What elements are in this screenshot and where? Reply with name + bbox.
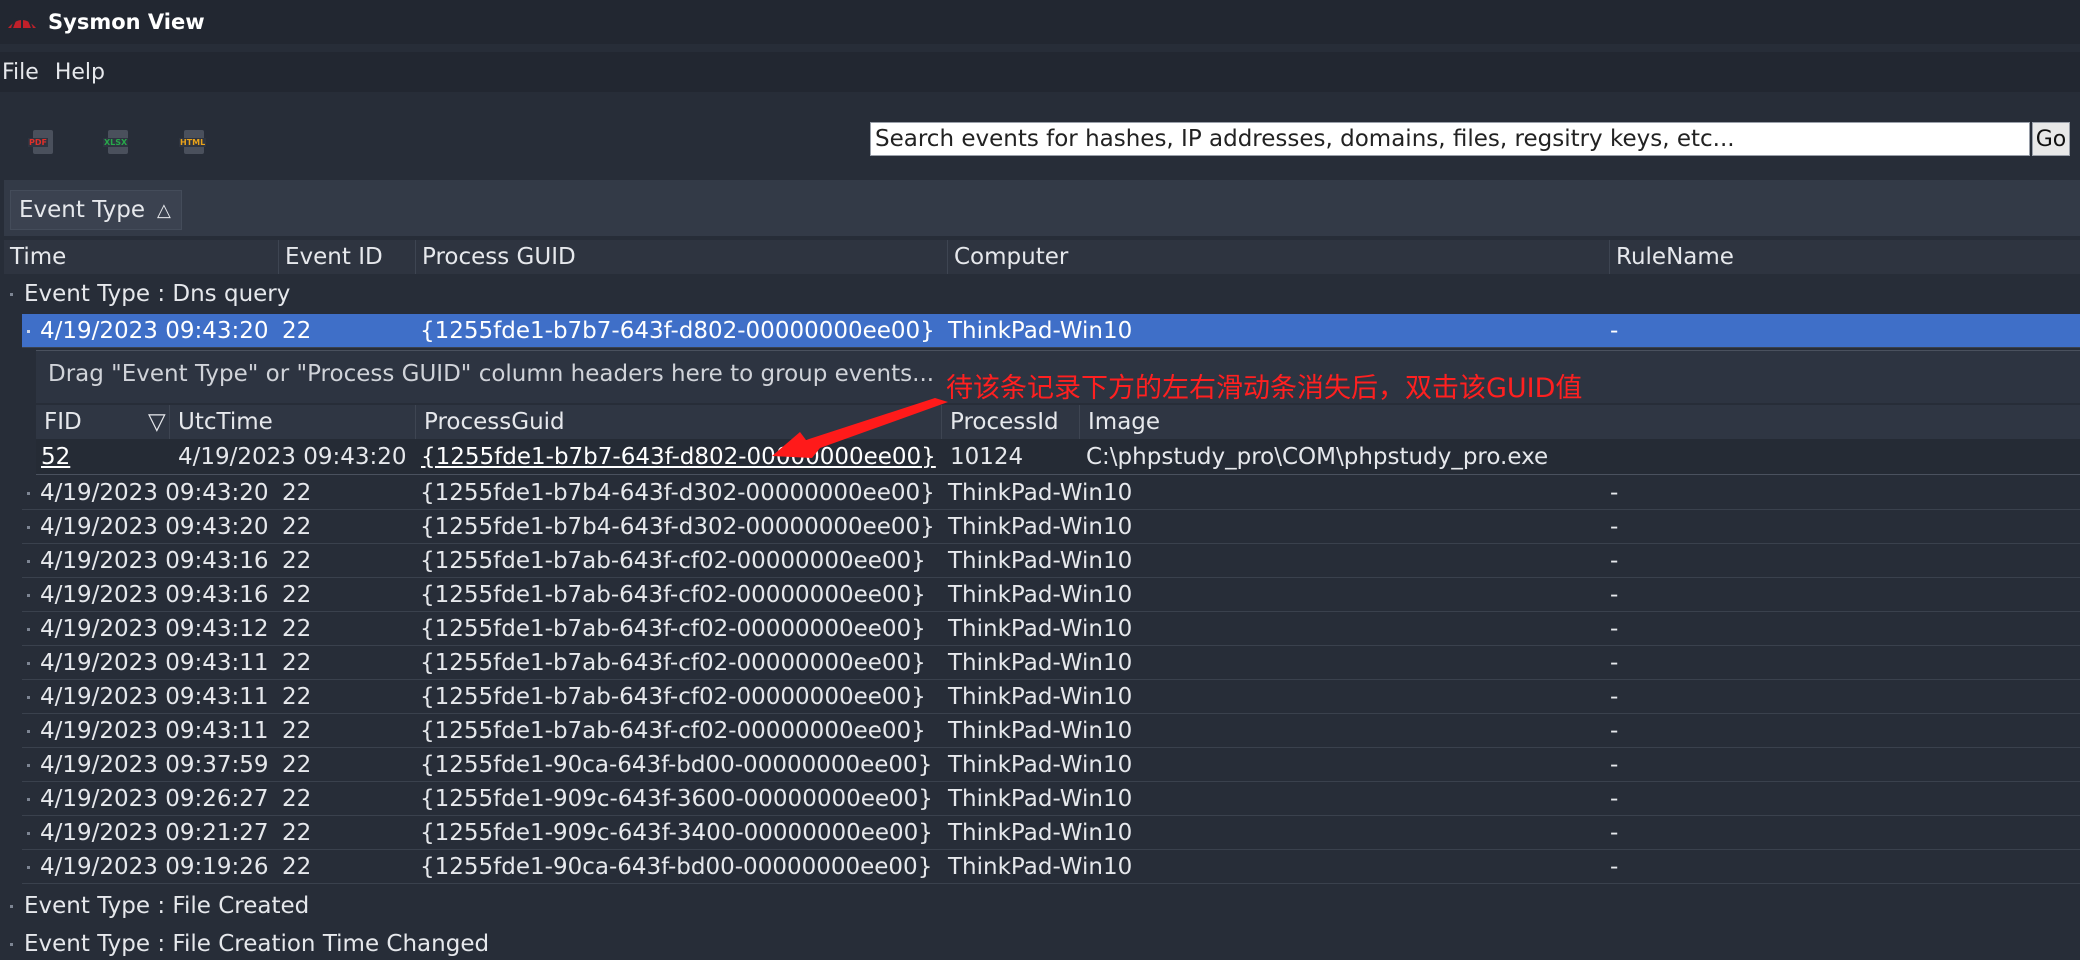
expand-icon[interactable] bbox=[27, 696, 30, 699]
annotation-text: 待该条记录下方的左右滑动条消失后，双击该GUID值 bbox=[946, 373, 1583, 404]
pdf-icon: PDF bbox=[28, 130, 53, 154]
export-xlsx-button[interactable]: XLSX bbox=[103, 127, 133, 157]
expand-icon[interactable] bbox=[10, 905, 13, 908]
expand-icon[interactable] bbox=[27, 798, 30, 801]
table-row[interactable]: 4/19/2023 09:37:59 22 {1255fde1-90ca-643f-… bbox=[22, 748, 2080, 782]
table-row[interactable]: 4/19/2023 09:43:16 22 {1255fde1-b7ab-643f-… bbox=[22, 544, 2080, 578]
group-row[interactable]: Event Type : File Created bbox=[0, 890, 2080, 922]
group-chip-event-type[interactable]: Event Type △ bbox=[10, 190, 182, 230]
expand-icon[interactable] bbox=[27, 832, 30, 835]
column-header-process-guid[interactable]: Process GUID bbox=[416, 240, 948, 274]
table-row[interactable]: 4/19/2023 09:43:12 22 {1255fde1-b7ab-643f-… bbox=[22, 612, 2080, 646]
expand-icon[interactable] bbox=[27, 492, 30, 495]
app-title: Sysmon View bbox=[48, 10, 205, 34]
sort-ascending-icon: △ bbox=[157, 199, 171, 221]
column-header-row: Time Event ID Process GUID Computer Rule… bbox=[4, 240, 2080, 274]
annotation-arrow bbox=[772, 398, 948, 458]
fid-link[interactable]: 52 bbox=[41, 439, 70, 475]
table-row[interactable]: 4/19/2023 09:43:11 22 {1255fde1-b7ab-643f-… bbox=[22, 680, 2080, 714]
expand-icon[interactable] bbox=[27, 662, 30, 665]
detail-header-image[interactable]: Image bbox=[1080, 405, 2080, 439]
detail-header-processid[interactable]: ProcessId bbox=[942, 405, 1080, 439]
group-chip-label: Event Type bbox=[19, 197, 146, 223]
go-button[interactable]: Go bbox=[2032, 122, 2070, 156]
column-header-time[interactable]: Time bbox=[4, 240, 279, 274]
menu-bar: File Help bbox=[0, 52, 2080, 92]
expand-icon[interactable] bbox=[27, 330, 30, 333]
table-row[interactable]: 4/19/2023 09:43:16 22 {1255fde1-b7ab-643f-… bbox=[22, 578, 2080, 612]
group-row-dns-query[interactable]: Event Type : Dns query bbox=[0, 278, 2080, 310]
title-bar: Sysmon View bbox=[0, 0, 2080, 44]
table-row[interactable]: 4/19/2023 09:21:27 22 {1255fde1-909c-643f-… bbox=[22, 816, 2080, 850]
table-row[interactable]: 4/19/2023 09:26:27 22 {1255fde1-909c-643f-… bbox=[22, 782, 2080, 816]
sort-descending-icon: ▽ bbox=[148, 409, 166, 435]
expand-icon[interactable] bbox=[10, 943, 13, 946]
expand-icon[interactable] bbox=[27, 628, 30, 631]
xlsx-icon: XLSX bbox=[103, 130, 129, 154]
table-row[interactable]: 4/19/2023 09:43:20 22 {1255fde1-b7b4-643f-… bbox=[22, 476, 2080, 510]
detail-column-header-row: FID ▽ UtcTime ProcessGuid ProcessId Imag… bbox=[36, 405, 2080, 439]
group-by-panel: Event Type △ bbox=[4, 180, 2080, 236]
table-row[interactable]: 4/19/2023 09:43:20 22 {1255fde1-b7b7-643… bbox=[22, 314, 2080, 348]
collapse-icon[interactable] bbox=[10, 293, 13, 296]
menu-help[interactable]: Help bbox=[53, 60, 113, 85]
group-row[interactable]: Event Type : File Creation Time Changed bbox=[0, 928, 2080, 960]
column-header-rulename[interactable]: RuleName bbox=[1610, 240, 2080, 274]
detail-header-utctime[interactable]: UtcTime bbox=[170, 405, 416, 439]
export-pdf-button[interactable]: PDF bbox=[28, 127, 58, 157]
detail-header-fid[interactable]: FID ▽ bbox=[36, 405, 170, 439]
detail-row[interactable]: 52 4/19/2023 09:43:20 {1255fde1-b7b7-643… bbox=[36, 439, 2080, 475]
table-row[interactable]: 4/19/2023 09:43:11 22 {1255fde1-b7ab-643f-… bbox=[22, 714, 2080, 748]
column-header-computer[interactable]: Computer bbox=[948, 240, 1610, 274]
expand-icon[interactable] bbox=[27, 764, 30, 767]
table-row[interactable]: 4/19/2023 09:19:26 22 {1255fde1-90ca-643f-… bbox=[22, 850, 2080, 884]
expand-icon[interactable] bbox=[27, 730, 30, 733]
expand-icon[interactable] bbox=[27, 526, 30, 529]
expand-icon[interactable] bbox=[27, 866, 30, 869]
table-row[interactable]: 4/19/2023 09:43:11 22 {1255fde1-b7ab-643f-… bbox=[22, 646, 2080, 680]
table-row[interactable]: 4/19/2023 09:43:20 22 {1255fde1-b7b4-643f-… bbox=[22, 510, 2080, 544]
app-logo-icon bbox=[8, 15, 36, 29]
html-icon: HTML bbox=[179, 130, 207, 154]
column-header-event-id[interactable]: Event ID bbox=[279, 240, 416, 274]
expand-icon[interactable] bbox=[27, 560, 30, 563]
expand-icon[interactable] bbox=[27, 594, 30, 597]
search-input[interactable] bbox=[870, 122, 2030, 156]
menu-file[interactable]: File bbox=[0, 60, 47, 85]
export-html-button[interactable]: HTML bbox=[179, 127, 209, 157]
